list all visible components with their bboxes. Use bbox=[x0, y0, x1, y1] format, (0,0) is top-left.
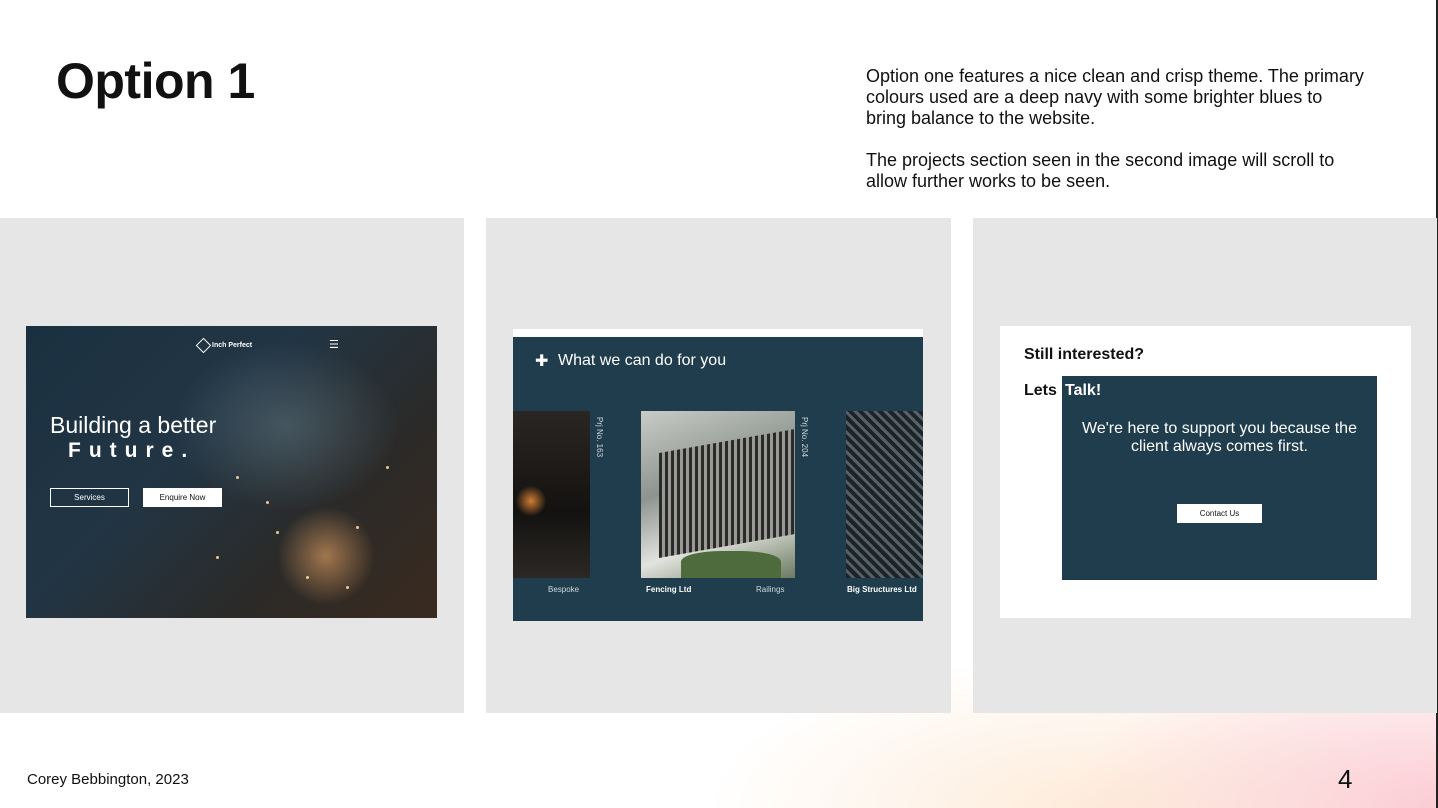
project-caption: Bespoke bbox=[548, 585, 580, 594]
contact-box: Talk! We're here to support you because … bbox=[1062, 376, 1377, 580]
project-image-structures[interactable] bbox=[846, 411, 923, 578]
contact-question: Still interested? bbox=[1024, 346, 1145, 363]
project-image-fencing[interactable] bbox=[641, 411, 795, 578]
project-image-bespoke[interactable] bbox=[513, 411, 590, 578]
panel-contact: Still interested? Lets Talk! We're here … bbox=[973, 218, 1437, 713]
description-paragraph-2: The projects section seen in the second … bbox=[866, 150, 1335, 191]
enquire-now-button[interactable]: Enquire Now bbox=[143, 488, 222, 507]
contact-talk: Talk! bbox=[1065, 382, 1102, 399]
logo-icon bbox=[195, 337, 212, 354]
site-logo[interactable]: Inch Perfect bbox=[195, 337, 253, 354]
projects-screenshot: ✚ What we can do for you Prj No. 163 Prj… bbox=[513, 329, 923, 621]
contact-us-button[interactable]: Contact Us bbox=[1177, 504, 1262, 523]
hero-headline-line-1: Building a better bbox=[50, 412, 217, 438]
project-number-label: Prj No. 204 bbox=[800, 417, 809, 458]
services-button[interactable]: Services bbox=[50, 488, 129, 507]
project-caption: Railings bbox=[756, 585, 785, 594]
page-number: 4 bbox=[1338, 764, 1353, 794]
project-number-label: Prj No. 163 bbox=[595, 417, 604, 458]
projects-title: What we can do for you bbox=[558, 352, 727, 369]
footer-credit: Corey Bebbington, 2023 bbox=[27, 771, 189, 788]
contact-lets: Lets bbox=[1024, 382, 1057, 399]
slide-title: Option 1 bbox=[56, 53, 255, 109]
description-paragraph-1: Option one features a nice clean and cri… bbox=[866, 66, 1364, 128]
railing-graphic bbox=[659, 429, 795, 558]
logo-text: Inch Perfect bbox=[212, 342, 253, 349]
contact-screenshot: Still interested? Lets Talk! We're here … bbox=[1000, 326, 1411, 618]
hero-headline-line-2: Future. bbox=[68, 439, 196, 462]
slide-description: Option one features a nice clean and cri… bbox=[866, 66, 1366, 213]
project-caption: Fencing Ltd bbox=[646, 585, 692, 594]
hamburger-icon[interactable]: ☰ bbox=[329, 338, 339, 351]
plus-icon: ✚ bbox=[535, 353, 549, 370]
hero-screenshot: Inch Perfect ☰ Building a better Future.… bbox=[26, 326, 437, 618]
project-caption: Big Structures Ltd bbox=[847, 585, 917, 594]
contact-message: We're here to support you because the cl… bbox=[1082, 420, 1357, 455]
plants-graphic bbox=[681, 551, 781, 578]
panel-projects: ✚ What we can do for you Prj No. 163 Prj… bbox=[486, 218, 951, 713]
panel-hero: Inch Perfect ☰ Building a better Future.… bbox=[0, 218, 464, 713]
